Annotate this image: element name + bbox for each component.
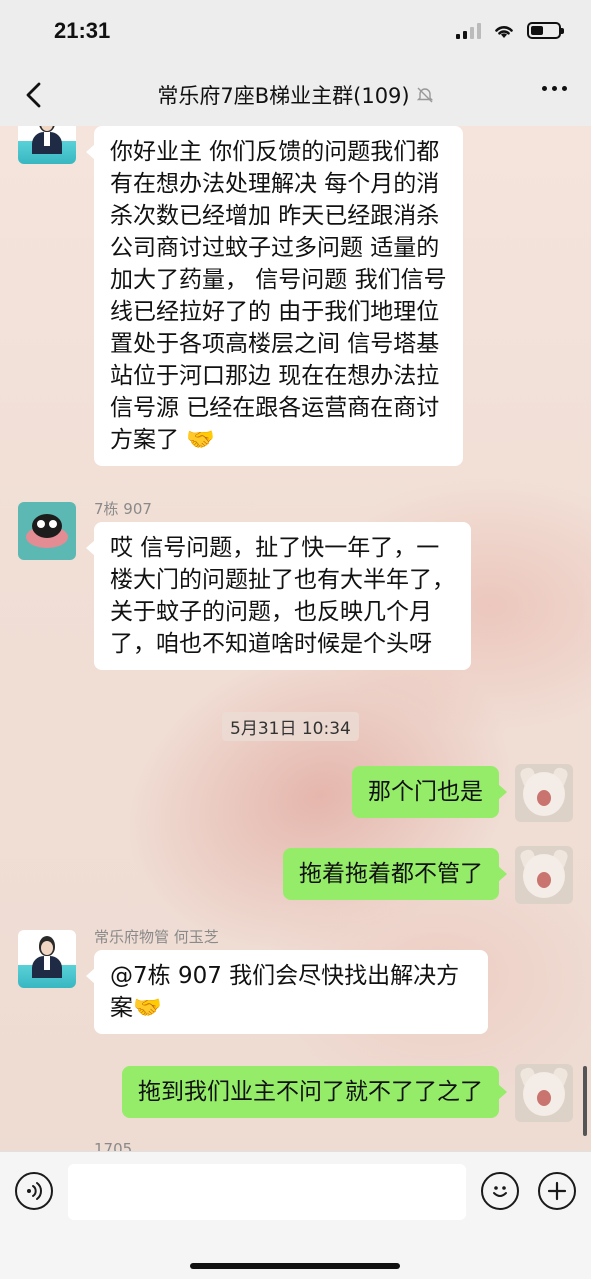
message-line: 了，咱也不知道啥时候是个头呀: [110, 631, 432, 657]
emoji-icon: [493, 1186, 507, 1197]
nav-bar: 常乐府7座B梯业主群(109): [0, 64, 591, 126]
message-line: 方案了 🤝: [110, 427, 215, 453]
message-line: 公司商讨过蚊子过多问题 适量的: [110, 235, 440, 261]
message-line: 站位于河口那边 现在在想办法拉: [110, 363, 440, 389]
voice-input-button[interactable]: [15, 1172, 53, 1210]
message-line: @7栋 907 我们会尽快找出解决方: [110, 963, 460, 989]
message-line: 那个门也是: [368, 779, 483, 805]
wifi-icon: [495, 25, 513, 38]
message-bubble[interactable]: @7栋 907 我们会尽快找出解决方 案🤝: [86, 950, 488, 1034]
message-bubble-self[interactable]: 拖到我们业主不问了就不了了之了: [122, 1066, 507, 1118]
sender-name: 常乐府物管 何玉芝: [94, 928, 219, 946]
message-line: 你好业主 你们反馈的问题我们都: [110, 139, 440, 165]
voice-icon: [27, 1182, 42, 1200]
chat-title: 常乐府7座B梯业主群(109): [157, 80, 433, 110]
mute-icon: [416, 87, 433, 103]
message-line: 关于蚊子的问题，也反映几个月: [110, 599, 432, 625]
chat-area[interactable]: 你好业主 你们反馈的问题我们都 有在想办法处理解决 每个月的消 杀次数已经增加 …: [0, 126, 591, 1151]
message-line: 拖到我们业主不问了就不了了之了: [138, 1079, 483, 1105]
message-line: 信号源 已经在跟各运营商在商讨: [110, 395, 440, 421]
sender-name: 1705: [94, 1140, 133, 1151]
sender-name: 7栋 907: [94, 500, 152, 518]
message-line: 楼大门的问题扯了也有大半年了，: [110, 567, 455, 593]
input-bar: [0, 1151, 591, 1279]
avatar-self[interactable]: [515, 1064, 573, 1122]
chat-title-text: 常乐府7座B梯业主群(109): [157, 84, 410, 108]
plus-icon: [547, 1181, 567, 1201]
avatar-property-staff[interactable]: [18, 930, 76, 988]
message-timestamp: 5月31日 10:34: [222, 712, 359, 741]
message-line: 加大了药量， 信号问题 我们信号: [110, 267, 447, 293]
battery-icon: [527, 22, 564, 39]
home-indicator[interactable]: [190, 1263, 400, 1269]
message-line: 杀次数已经增加 昨天已经跟消杀: [110, 203, 440, 229]
avatar-self[interactable]: [515, 764, 573, 822]
signal-icon: [456, 22, 481, 39]
message-line: 有在想办法处理解决 每个月的消: [110, 171, 440, 197]
message-line: 拖着拖着都不管了: [299, 861, 483, 887]
avatar-907[interactable]: [18, 502, 76, 560]
scrollbar[interactable]: [583, 1066, 587, 1136]
message-bubble-self[interactable]: 那个门也是: [352, 766, 507, 818]
status-icons: [456, 22, 564, 39]
message-bubble[interactable]: 你好业主 你们反馈的问题我们都 有在想办法处理解决 每个月的消 杀次数已经增加 …: [86, 126, 463, 466]
back-icon[interactable]: [18, 78, 52, 112]
message-line: 置处于各项高楼层之间 信号塔基: [110, 331, 440, 357]
battery-level: [531, 26, 543, 35]
more-options-button[interactable]: [542, 86, 567, 91]
message-input[interactable]: [68, 1164, 466, 1220]
emoji-button[interactable]: [481, 1172, 519, 1210]
avatar-property-staff[interactable]: [18, 126, 76, 164]
message-bubble-self[interactable]: 拖着拖着都不管了: [283, 848, 507, 900]
avatar-self[interactable]: [515, 846, 573, 904]
message-line: 线已经拉好了的 由于我们地理位: [110, 299, 440, 325]
plus-button[interactable]: [538, 1172, 576, 1210]
message-line: 案🤝: [110, 995, 162, 1021]
message-line: 哎 信号问题，扯了快一年了，一: [110, 535, 440, 561]
status-bar: 21:31: [0, 0, 591, 64]
message-bubble[interactable]: 哎 信号问题，扯了快一年了，一 楼大门的问题扯了也有大半年了， 关于蚊子的问题，…: [86, 522, 471, 670]
status-time: 21:31: [54, 18, 111, 43]
